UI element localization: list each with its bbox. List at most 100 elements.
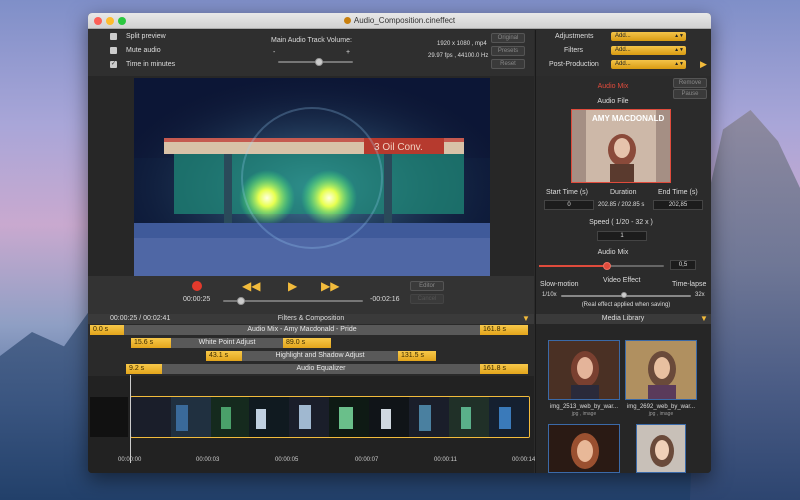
volume-minus: - (273, 49, 276, 56)
audio-mix-field[interactable]: 0,5 (670, 260, 696, 270)
post-production-dropdown[interactable]: Add... ▲▼ (611, 60, 686, 69)
pause-button[interactable]: Pause (673, 89, 707, 99)
row-name[interactable]: Highlight and Shadow Adjust (242, 351, 398, 361)
duration-value: 202.85 / 202.85 s (598, 202, 645, 208)
time-in-minutes-checkbox[interactable]: ✓ (110, 61, 117, 68)
slow-motion-label: Slow-motion (540, 281, 579, 288)
portrait-image (549, 425, 619, 472)
video-resolution: 1920 x 1080 , mp4 (437, 41, 487, 47)
filmstrip-frames (131, 397, 529, 437)
record-button[interactable] (192, 281, 202, 291)
svg-text:3 Oil Conv.: 3 Oil Conv. (374, 142, 423, 153)
mute-audio-label: Mute audio (126, 47, 161, 54)
split-preview-checkbox[interactable] (110, 33, 117, 40)
media-item-thumb-2[interactable] (625, 340, 697, 400)
editor-button[interactable]: Editor (410, 281, 444, 291)
document-icon (343, 17, 351, 24)
audio-mix-fill (539, 265, 603, 267)
timeline-tick: 00:00:11 (434, 457, 457, 463)
volume-plus: + (346, 49, 351, 56)
row-start[interactable]: 15.6 s (131, 338, 171, 348)
media-item-name-1: img_2513_web_by_war... (549, 404, 619, 410)
title-bar: Audio_Composition.cineffect (88, 13, 711, 29)
reset-button[interactable]: Reset (491, 59, 525, 69)
album-title: AMY MACDONALD (592, 114, 665, 123)
timeline-tick: 00:00:05 (275, 457, 299, 463)
portrait-image (626, 341, 696, 399)
row-end[interactable]: 161.8 s (480, 364, 528, 374)
timeline-tick: 00:00:07 (355, 457, 379, 463)
row-name[interactable]: Audio Equalizer (162, 364, 480, 374)
row-start[interactable]: 9.2 s (126, 364, 162, 374)
start-time-label: Start Time (s) (546, 189, 589, 196)
row-end[interactable]: 131.5 s (398, 351, 436, 361)
empty-clip (90, 397, 128, 437)
timeline-menu-icon[interactable]: ▼ (522, 314, 530, 323)
playhead[interactable] (130, 375, 131, 463)
time-lapse-label: Time-lapse (672, 281, 707, 288)
video-effect-note: (Real effect applied when saving) (581, 302, 671, 308)
speed-max-label: 32x (695, 292, 705, 298)
mute-audio-checkbox[interactable] (110, 47, 117, 54)
current-time: 00:00:25 (183, 296, 211, 303)
media-item-thumb-3[interactable] (548, 424, 620, 473)
media-library-menu-icon[interactable]: ▼ (700, 314, 708, 323)
timeline-time: 00:00:25 / 00:02:41 (110, 315, 171, 322)
dropdown-arrow-icon: ▲▼ (674, 33, 684, 39)
audio-mix-label: Audio Mix (597, 249, 629, 256)
speed-label: Speed ( 1/20 - 32 x ) (589, 219, 653, 226)
adjustments-label: Adjustments (555, 33, 594, 40)
video-frame-image: 3 Oil Conv. (134, 78, 490, 276)
video-clip-strip[interactable] (130, 396, 530, 438)
timeline-tick: 00:00:00 (118, 457, 142, 463)
dropdown-arrow-icon: ▲▼ (674, 47, 684, 53)
row-name[interactable]: Audio Mix - Amy Macdonald - Pride (124, 325, 480, 335)
portrait-image (637, 425, 685, 472)
presets-button[interactable]: Presets (491, 46, 525, 56)
original-button[interactable]: Original (491, 33, 525, 43)
audio-file-label: Audio File (597, 98, 629, 105)
row-start[interactable]: 0.0 s (90, 325, 124, 335)
end-time-label: End Time (s) (658, 189, 698, 196)
play-icon[interactable]: ▶ (288, 279, 297, 293)
audio-file-artwork[interactable]: AMY MACDONALD (571, 109, 671, 183)
portrait-image (549, 341, 619, 399)
rewind-icon[interactable]: ◀◀ (242, 279, 260, 293)
adjustments-dropdown[interactable]: Add... ▲▼ (611, 32, 686, 41)
media-item-name-2: img_2692_web_by_war... (626, 404, 696, 410)
post-production-label: Post-Production (549, 61, 599, 68)
video-preview[interactable]: 3 Oil Conv. (134, 78, 490, 276)
video-effect-title: Video Effect (603, 277, 641, 284)
duration-label: Duration (610, 189, 637, 196)
timeline-tick: 00:00:03 (196, 457, 220, 463)
media-item-type-1: jpg , image (571, 411, 597, 417)
fast-forward-icon[interactable]: ▶▶ (321, 279, 339, 293)
row-start[interactable]: 43.1 s (206, 351, 242, 361)
audio-mix-title: Audio Mix (597, 83, 629, 90)
speed-min-label: 1/10x (542, 292, 557, 298)
media-item-thumb-1[interactable] (548, 340, 620, 400)
play-effects-icon[interactable]: ▶ (700, 59, 707, 70)
remove-button[interactable]: Remove (673, 78, 707, 88)
media-library-title: Media Library (601, 315, 645, 322)
filters-dropdown[interactable]: Add... ▲▼ (611, 46, 686, 55)
timeline-header-title: Filters & Composition (277, 315, 345, 322)
row-end[interactable]: 89.0 s (283, 338, 331, 348)
media-item-type-2: jpg , image (648, 411, 674, 417)
start-time-field[interactable]: 0 (544, 200, 594, 210)
cancel-button[interactable]: Cancel (410, 294, 444, 304)
video-speed-knob[interactable] (621, 292, 627, 298)
split-preview-label: Split preview (126, 33, 166, 40)
transport-bar (88, 276, 534, 316)
audio-mix-knob[interactable] (603, 262, 611, 270)
end-time-field[interactable]: 202,85 (653, 200, 703, 210)
audio-mix-slider[interactable] (539, 265, 664, 267)
speed-field[interactable]: 1 (597, 231, 647, 241)
video-rates: 29.97 fps , 44100.0 Hz (428, 53, 489, 59)
dropdown-arrow-icon: ▲▼ (674, 61, 684, 67)
media-item-thumb-4[interactable] (636, 424, 686, 473)
row-end[interactable]: 161.8 s (480, 325, 528, 335)
app-window: Audio_Composition.cineffect Split previe… (88, 13, 711, 473)
time-in-minutes-label: Time in minutes (126, 61, 176, 68)
row-name[interactable]: White Point Adjust (171, 338, 283, 348)
